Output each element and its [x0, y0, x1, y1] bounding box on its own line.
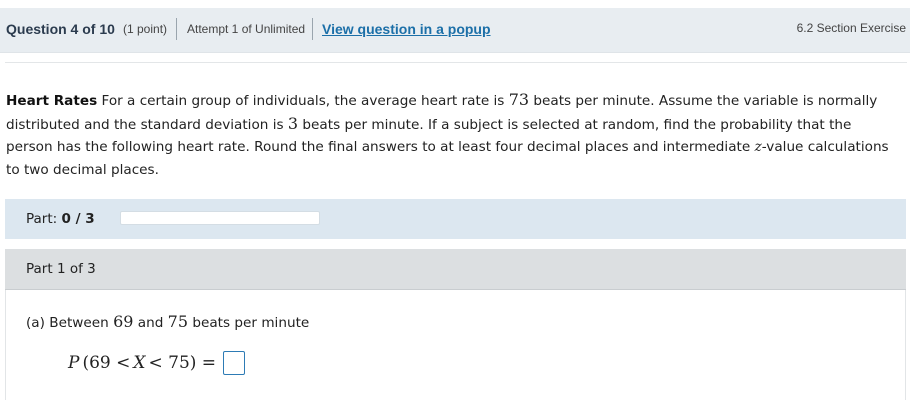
probability-equation: P (69 < X < 75) =	[68, 351, 246, 375]
problem-title: Heart Rates	[6, 93, 98, 109]
question-a-suffix: beats per minute	[192, 315, 310, 331]
sd-value: 3	[287, 113, 299, 133]
part-content: (a) Between 69 and 75 beats per minute P…	[5, 290, 906, 400]
eq-close: < 75) =	[148, 353, 217, 373]
view-in-popup-link[interactable]: View question in a popup	[322, 21, 491, 37]
problem-text: beats per minute. Assume the variable is…	[533, 93, 878, 109]
divider	[176, 18, 177, 40]
answer-input[interactable]	[223, 351, 246, 375]
part-progress-bar: Part: 0 / 3	[5, 199, 906, 239]
z-symbol: z	[754, 139, 762, 155]
problem-text: to two decimal places.	[6, 161, 159, 178]
mean-value: 73	[508, 90, 530, 109]
attempt-counter: Attempt 1 of Unlimited	[187, 22, 306, 36]
lower-bound: 69	[113, 312, 134, 331]
progress-track	[120, 211, 320, 225]
eq-p: P	[68, 353, 80, 373]
question-a-text: (a) Between 69 and 75 beats per minute	[26, 312, 309, 331]
problem-text: distributed and the standard deviation i…	[6, 116, 284, 133]
part-title: Part 1 of 3	[26, 261, 96, 277]
problem-text: For a certain group of individuals, the …	[101, 93, 505, 109]
divider	[5, 62, 907, 63]
problem-text: -value calculations	[761, 139, 889, 155]
problem-text: beats per minute. If a subject is select…	[302, 116, 852, 133]
part-progress-label: Part: 0 / 3	[26, 211, 95, 227]
question-number: Question 4 of 10	[6, 21, 115, 37]
eq-x: X	[133, 353, 146, 373]
eq-open: (69 <	[82, 353, 131, 373]
part-header: Part 1 of 3	[5, 249, 906, 290]
part-progress-value: 0 / 3	[61, 211, 95, 227]
question-a-and: and	[137, 315, 164, 331]
question-a-prefix: (a) Between	[26, 315, 109, 331]
question-header: Question 4 of 10 (1 point) Attempt 1 of …	[0, 8, 910, 53]
problem-text: person has the following heart rate. Rou…	[6, 139, 751, 155]
question-points: (1 point)	[123, 22, 168, 36]
part-label-text: Part:	[26, 211, 58, 227]
problem-statement: Heart Rates For a certain group of indiv…	[6, 89, 906, 181]
divider	[312, 18, 313, 40]
upper-bound: 75	[167, 312, 189, 331]
section-label: 6.2 Section Exercise	[796, 21, 906, 35]
